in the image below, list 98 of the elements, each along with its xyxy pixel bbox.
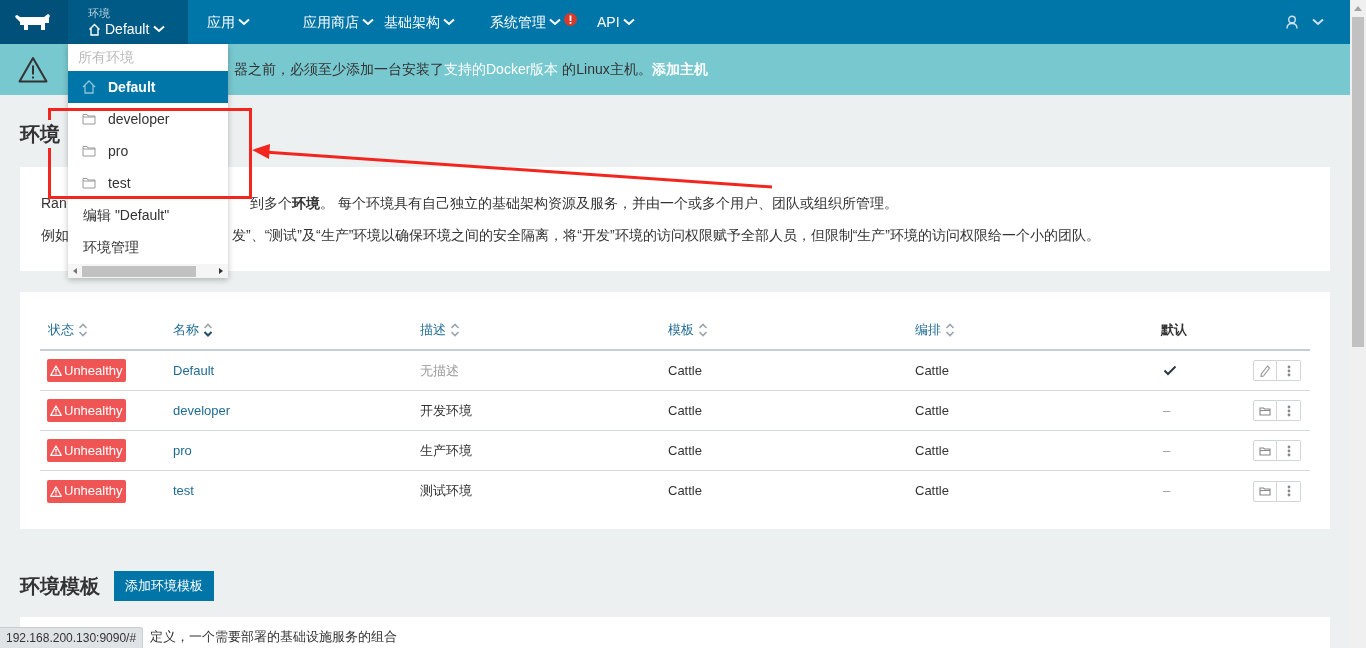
folder-icon xyxy=(1259,405,1271,416)
folder-icon xyxy=(82,145,96,157)
more-button[interactable] xyxy=(1277,440,1301,461)
chevron-down-icon xyxy=(1312,18,1324,26)
user-icon xyxy=(1286,15,1298,29)
table-cell: 生产环境 xyxy=(420,442,472,458)
edit-button[interactable] xyxy=(1253,360,1277,381)
sort-icon xyxy=(450,322,460,337)
more-icon xyxy=(1286,444,1291,457)
column-header[interactable]: 编排 xyxy=(915,319,941,340)
intro-text: 发”、“测试”及“生产”环境以确保环境之间的安全隔离，将“开发”环境的访问权限赋予全部人员，但限制“生产”环境的访问权限给一个小的团队。 xyxy=(232,225,1100,245)
sort-icon xyxy=(945,322,955,337)
warning-icon xyxy=(50,485,62,497)
scrollbar[interactable] xyxy=(1350,0,1366,648)
warning-icon xyxy=(50,365,62,376)
environment-name-link[interactable]: developer xyxy=(173,402,231,418)
horizontal-scrollbar[interactable] xyxy=(68,264,228,278)
nav-menu[interactable]: 应用商店 xyxy=(303,11,374,33)
warning-text: 器之前，必须至少添加一台安装了 xyxy=(234,60,444,79)
environment-name-link[interactable]: Default xyxy=(173,362,215,378)
chevron-down-icon xyxy=(153,25,166,33)
chevron-down-icon xyxy=(362,18,374,26)
column-header[interactable]: 描述 xyxy=(420,319,446,340)
pencil-icon xyxy=(1260,364,1270,377)
column-header[interactable]: 状态 xyxy=(48,319,74,340)
status-url: 192.168.200.130:9090/# xyxy=(0,627,144,648)
environment-item[interactable]: test xyxy=(68,167,228,199)
dropdown-header: 所有环境 xyxy=(77,48,135,67)
table-cell: Cattle xyxy=(668,483,702,499)
environment-item[interactable]: developer xyxy=(68,103,228,135)
status-badge: Unhealthy xyxy=(47,439,126,462)
switch-button[interactable] xyxy=(1253,480,1277,502)
environment-name-link[interactable]: pro xyxy=(173,442,192,458)
chevron-down-icon xyxy=(622,18,635,26)
intro-text: 例如 xyxy=(41,226,69,243)
sort-icon xyxy=(78,322,88,337)
more-button[interactable] xyxy=(1277,480,1301,502)
more-icon xyxy=(1286,364,1291,377)
table-cell: 开发环境 xyxy=(420,402,472,418)
table-cell: – xyxy=(1163,442,1171,458)
status-badge: Unhealthy xyxy=(47,479,126,503)
table-cell: Cattle xyxy=(668,362,702,378)
table-cell: – xyxy=(1163,402,1171,418)
chevron-down-icon xyxy=(549,18,561,26)
environment-item[interactable]: Default xyxy=(68,71,228,103)
switch-button[interactable] xyxy=(1253,400,1277,421)
folder-icon xyxy=(1259,486,1271,496)
nav-menu[interactable]: 应用 xyxy=(207,11,250,33)
environment-label: 环境 xyxy=(88,8,111,19)
nav-menu[interactable]: 系统管理 xyxy=(490,11,577,33)
folder-icon xyxy=(82,113,96,125)
nav-menu[interactable]: 基础架构 xyxy=(384,11,455,33)
alert-icon xyxy=(564,12,577,26)
sort-icon xyxy=(203,322,213,337)
table-cell: Cattle xyxy=(915,483,949,499)
table-cell: Cattle xyxy=(668,442,702,458)
column-header[interactable]: 名称 xyxy=(173,319,199,340)
folder-icon xyxy=(1259,445,1271,456)
home-icon xyxy=(82,80,96,94)
warning-icon xyxy=(50,405,62,416)
more-button[interactable] xyxy=(1277,400,1301,421)
table-cell: Cattle xyxy=(915,362,949,378)
nav-menu[interactable]: API xyxy=(597,11,635,33)
environment-name-link[interactable]: test xyxy=(173,483,194,499)
table-cell: Cattle xyxy=(915,442,949,458)
templates-description: 定义，一个需要部署的基础设施服务的组合 xyxy=(150,629,397,644)
more-button[interactable] xyxy=(1277,360,1301,381)
scroll-up-icon xyxy=(1354,6,1362,11)
intro-text: Ran xyxy=(41,194,67,211)
section-title: 环境模板 xyxy=(20,574,100,599)
home-icon xyxy=(88,22,101,36)
status-badge: Unhealthy xyxy=(47,399,126,422)
column-header: 默认 xyxy=(1161,320,1187,339)
status-badge: Unhealthy xyxy=(47,359,126,382)
chevron-down-icon xyxy=(443,18,455,26)
table-cell: 测试环境 xyxy=(420,483,472,499)
switch-button[interactable] xyxy=(1253,440,1277,461)
intro-text: 到多个环境。 每个环境具有自己独立的基础架构资源及服务，并由一个或多个用户、团队或组织所管理。 xyxy=(250,193,898,213)
more-icon xyxy=(1286,485,1291,497)
environment-item[interactable]: pro xyxy=(68,135,228,167)
chevron-down-icon xyxy=(238,18,250,26)
table-cell: 无描述 xyxy=(420,362,459,378)
folder-icon xyxy=(82,177,96,189)
dropdown-action[interactable]: 编辑 "Default" xyxy=(68,199,228,231)
page-title: 环境 xyxy=(20,120,62,148)
more-icon xyxy=(1286,404,1291,417)
user-menu[interactable] xyxy=(1286,15,1324,29)
table-cell: Cattle xyxy=(915,402,949,418)
add-template-button[interactable]: 添加环境模板 xyxy=(114,571,214,601)
table-cell: Cattle xyxy=(668,402,702,418)
warning-text: 的Linux主机。 xyxy=(561,60,652,79)
column-header[interactable]: 模板 xyxy=(668,319,694,340)
sort-icon xyxy=(698,322,708,337)
environment-switcher[interactable]: Default xyxy=(88,22,188,36)
warning-icon xyxy=(18,56,48,83)
dropdown-action[interactable]: 环境管理 xyxy=(68,231,228,263)
warning-icon xyxy=(50,445,62,456)
table-cell: – xyxy=(1163,483,1171,499)
